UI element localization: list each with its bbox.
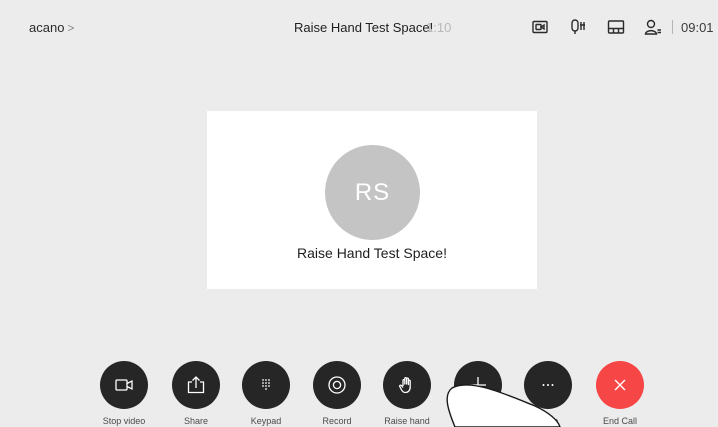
share-button[interactable] — [172, 361, 220, 409]
more-button[interactable] — [524, 361, 572, 409]
participant-card: RS Raise Hand Test Space! — [207, 111, 537, 289]
clock: 09:01 — [681, 20, 714, 35]
share-label: Share — [183, 416, 209, 426]
hand-icon — [399, 376, 411, 394]
divider — [672, 20, 673, 34]
share-control[interactable]: Share — [161, 361, 231, 426]
record-button[interactable] — [313, 361, 361, 409]
share-icon — [187, 376, 205, 394]
raise-hand-control[interactable]: Raise hand — [372, 361, 442, 426]
stop-video-button[interactable] — [100, 361, 148, 409]
layout-icon[interactable] — [606, 17, 626, 37]
keypad-icon — [262, 379, 270, 390]
raise-hand-label: Raise hand — [384, 416, 430, 426]
video-camera-icon — [115, 379, 133, 391]
end-call-control[interactable]: End Call — [585, 361, 655, 426]
participants-icon[interactable] — [643, 17, 663, 37]
avatar: RS — [325, 145, 420, 240]
add-control[interactable] — [443, 361, 513, 409]
keypad-label: Keypad — [250, 416, 282, 426]
stop-video-label: Stop video — [102, 416, 146, 426]
record-icon — [328, 376, 346, 394]
top-bar: acano > Raise Hand Test Space! 1:10 09:0… — [0, 0, 718, 44]
microphone-icon[interactable] — [568, 17, 588, 37]
keypad-control[interactable]: Keypad — [231, 361, 301, 426]
end-call-button[interactable] — [596, 361, 644, 409]
end-call-icon — [614, 379, 626, 391]
more-icon — [542, 384, 554, 386]
raise-hand-button[interactable] — [383, 361, 431, 409]
self-view-icon[interactable] — [530, 17, 550, 37]
more-control[interactable]: More — [513, 361, 583, 426]
keypad-button[interactable] — [242, 361, 290, 409]
plus-icon — [470, 377, 486, 393]
participant-name: Raise Hand Test Space! — [297, 245, 447, 261]
add-button[interactable] — [454, 361, 502, 409]
stop-video-control[interactable]: Stop video — [89, 361, 159, 426]
more-label: More — [537, 416, 559, 426]
status-icons — [0, 17, 718, 41]
end-call-label: End Call — [602, 416, 638, 426]
record-control[interactable]: Record — [302, 361, 372, 426]
call-screen: acano > Raise Hand Test Space! 1:10 09:0… — [0, 0, 718, 427]
record-label: Record — [322, 416, 352, 426]
